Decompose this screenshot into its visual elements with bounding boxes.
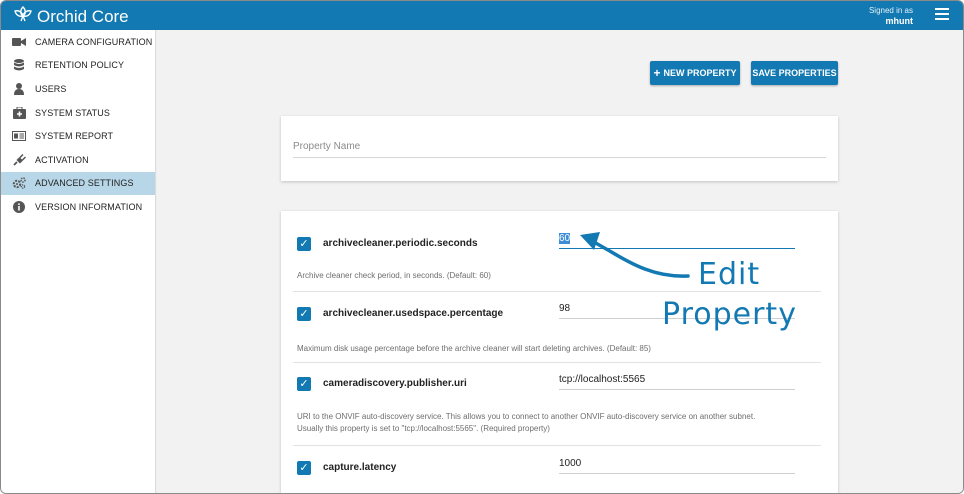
sidebar-item-label: VERSION INFORMATION [35, 201, 143, 212]
divider [293, 362, 821, 363]
sidebar-item-camera-configuration[interactable]: CAMERA CONFIGURATION [1, 30, 155, 54]
user-icon [11, 82, 27, 95]
signed-in-info: Signed in as mhunt [869, 5, 913, 27]
gears-icon [11, 177, 27, 190]
info-circle-icon [11, 200, 27, 213]
new-property-button[interactable]: + NEW PROPERTY [650, 61, 740, 85]
properties-card: ✓ archivecleaner.periodic.seconds 60 Arc… [281, 211, 838, 493]
signed-in-label: Signed in as [868, 6, 913, 15]
save-properties-button[interactable]: SAVE PROPERTIES [751, 61, 838, 85]
property-enabled-checkbox[interactable]: ✓ [297, 237, 311, 251]
property-name-input[interactable] [293, 136, 826, 158]
callout-line: Edit [698, 257, 761, 292]
sidebar-item-label: ADVANCED SETTINGS [35, 178, 134, 189]
plug-icon [11, 153, 27, 166]
divider [293, 445, 821, 446]
callout-line: Property [662, 297, 797, 332]
sidebar-item-system-report[interactable]: SYSTEM REPORT [1, 124, 155, 148]
property-name: archivecleaner.periodic.seconds [323, 238, 478, 249]
sidebar-item-activation[interactable]: ACTIVATION [1, 148, 155, 172]
property-enabled-checkbox[interactable]: ✓ [297, 307, 311, 321]
property-name: archivecleaner.usedspace.percentage [323, 308, 504, 319]
property-enabled-checkbox[interactable]: ✓ [297, 461, 311, 475]
medkit-icon [11, 106, 27, 119]
edit-property-callout: Edit Property [662, 255, 797, 335]
database-icon [11, 59, 27, 71]
app-title: Orchid Core [37, 6, 129, 26]
property-name: capture.latency [323, 462, 397, 473]
video-camera-icon [11, 36, 27, 48]
sidebar-item-label: RETENTION POLICY [35, 60, 125, 71]
property-value-input[interactable]: 1000 [559, 456, 795, 474]
sidebar: CAMERA CONFIGURATION RETENTION POLICY US… [1, 30, 156, 493]
brand[interactable]: Orchid Core [13, 5, 129, 28]
sidebar-item-version-information[interactable]: VERSION INFORMATION [1, 195, 155, 219]
main-content: + NEW PROPERTY SAVE PROPERTIES ✓ archive… [157, 30, 963, 493]
sidebar-item-label: ACTIVATION [35, 154, 89, 165]
property-value-input[interactable]: tcp://localhost:5565 [559, 372, 795, 390]
description-line: Usually this property is set to "tcp://l… [297, 424, 550, 433]
property-name: cameradiscovery.publisher.uri [323, 378, 467, 389]
sidebar-item-retention-policy[interactable]: RETENTION POLICY [1, 54, 155, 78]
selected-value-text: 60 [559, 233, 571, 244]
sidebar-item-label: CAMERA CONFIGURATION [35, 36, 153, 47]
description-line: URI to the ONVIF auto-discovery service.… [297, 412, 756, 421]
new-property-label: NEW PROPERTY [663, 68, 737, 78]
top-bar: Orchid Core Signed in as mhunt [1, 1, 963, 30]
property-enabled-checkbox[interactable]: ✓ [297, 377, 311, 391]
sidebar-item-users[interactable]: USERS [1, 77, 155, 101]
property-description: URI to the ONVIF auto-discovery service.… [297, 411, 827, 435]
sidebar-item-system-status[interactable]: SYSTEM STATUS [1, 101, 155, 125]
hamburger-menu-icon[interactable] [935, 8, 949, 20]
search-card [281, 116, 838, 181]
orchid-logo-icon [13, 5, 33, 28]
id-card-icon [11, 130, 27, 142]
sidebar-item-label: SYSTEM REPORT [35, 131, 114, 142]
app-window: Orchid Core Signed in as mhunt CAMERA CO… [0, 0, 964, 494]
sidebar-item-label: SYSTEM STATUS [35, 107, 110, 118]
property-description: Maximum disk usage percentage before the… [297, 344, 651, 353]
sidebar-item-advanced-settings[interactable]: ADVANCED SETTINGS [1, 171, 155, 196]
sidebar-item-label: USERS [35, 83, 67, 94]
plus-icon: + [653, 66, 661, 80]
username: mhunt [885, 16, 914, 26]
